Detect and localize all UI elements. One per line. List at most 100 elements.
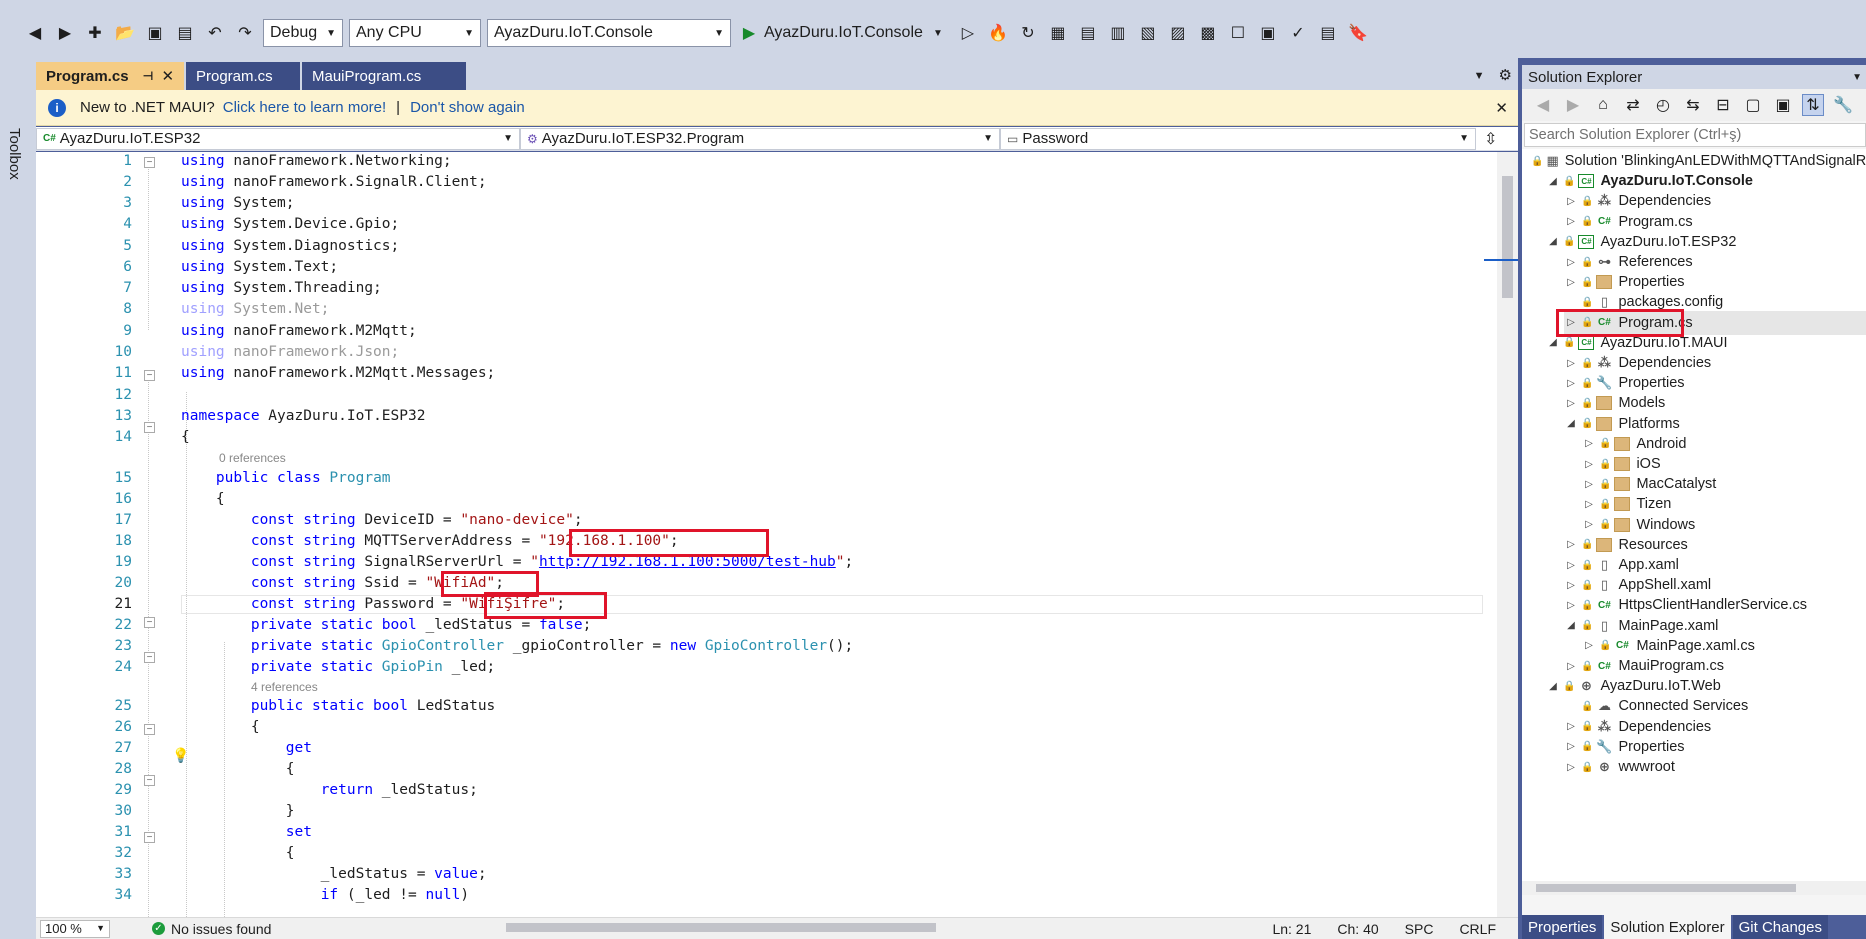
- close-icon[interactable]: ✕: [1495, 99, 1508, 117]
- tab-mauiprogram-cs[interactable]: MauiProgram.cs: [302, 62, 466, 90]
- fold-toggle[interactable]: −: [144, 724, 155, 735]
- properties-icon[interactable]: 🔧: [1832, 94, 1854, 116]
- type-combo[interactable]: ⚙ AyazDuru.IoT.ESP32.Program ▼: [520, 127, 1000, 150]
- open-icon[interactable]: 📂: [114, 22, 136, 44]
- expand-icon[interactable]: ▷: [1564, 196, 1578, 207]
- preview-icon[interactable]: ▣: [1772, 94, 1794, 116]
- fold-toggle[interactable]: −: [144, 652, 155, 663]
- collapse-icon[interactable]: ◢: [1546, 176, 1560, 187]
- sync-icon[interactable]: ⇆: [1682, 94, 1704, 116]
- collapse-all-icon[interactable]: ⊟: [1712, 94, 1734, 116]
- spellcheck-icon[interactable]: ✓: [1287, 22, 1309, 44]
- collapse-icon[interactable]: ◢: [1546, 337, 1560, 348]
- toolbar-extra-icon-6[interactable]: ▩: [1197, 22, 1219, 44]
- refresh-icon[interactable]: ↻: [1017, 22, 1039, 44]
- forward-icon[interactable]: ▶: [54, 22, 76, 44]
- tab-overflow-icon[interactable]: ▼: [1474, 70, 1485, 82]
- column-indicator[interactable]: Ch: 40: [1337, 921, 1378, 937]
- expand-icon[interactable]: ▷: [1564, 277, 1578, 288]
- expand-icon[interactable]: ▷: [1564, 539, 1578, 550]
- tree-horizontal-scrollbar[interactable]: [1522, 881, 1866, 895]
- expand-icon[interactable]: ▷: [1582, 479, 1596, 490]
- run-dropdown-icon[interactable]: ▼: [927, 22, 949, 44]
- learn-more-link[interactable]: Click here to learn more!: [223, 99, 386, 116]
- pin-icon[interactable]: ⊣: [143, 69, 154, 83]
- expand-icon[interactable]: ▷: [1564, 580, 1578, 591]
- panel-menu-icon[interactable]: ▼: [1852, 72, 1862, 83]
- new-item-icon[interactable]: ✚: [84, 22, 106, 44]
- expand-icon[interactable]: ▷: [1582, 459, 1596, 470]
- undo-icon[interactable]: ↶: [204, 22, 226, 44]
- dont-show-again-link[interactable]: Don't show again: [410, 99, 525, 116]
- solution-explorer-search[interactable]: Search Solution Explorer (Ctrl+ş): [1524, 123, 1866, 147]
- tab-program-cs-console[interactable]: Program.cs: [186, 62, 300, 90]
- line-ending-indicator[interactable]: CRLF: [1459, 921, 1496, 937]
- expand-icon[interactable]: ▷: [1582, 640, 1596, 651]
- toolbar-extra-icon-8[interactable]: ▣: [1257, 22, 1279, 44]
- expand-icon[interactable]: ▷: [1582, 438, 1596, 449]
- collapse-icon[interactable]: ◢: [1564, 620, 1578, 631]
- expand-icon[interactable]: ▷: [1564, 762, 1578, 773]
- save-all-icon[interactable]: ▤: [174, 22, 196, 44]
- expand-icon[interactable]: ▷: [1564, 378, 1578, 389]
- collapse-icon[interactable]: ◢: [1564, 418, 1578, 429]
- codelens-references[interactable]: 4 references: [251, 680, 318, 694]
- scroll-thumb[interactable]: [1536, 884, 1796, 892]
- toolbar-extra-icon-3[interactable]: ▥: [1107, 22, 1129, 44]
- project-combo[interactable]: C# AyazDuru.IoT.ESP32 ▼: [36, 127, 520, 150]
- tab-solution-explorer[interactable]: Solution Explorer: [1604, 915, 1731, 939]
- fold-toggle[interactable]: −: [144, 157, 155, 168]
- tab-git-changes[interactable]: Git Changes: [1732, 915, 1828, 939]
- tab-properties[interactable]: Properties: [1522, 915, 1603, 939]
- code-editor[interactable]: 1 2 3 4 5 6 7 8 9 10 11 12 13 14 15 16 17 18 19 20 21 22 23 24 2…: [36, 152, 1497, 917]
- expand-icon[interactable]: ▷: [1582, 499, 1596, 510]
- settings-icon[interactable]: ⚙: [1499, 66, 1512, 84]
- start-without-debugging-icon[interactable]: ▷: [957, 22, 979, 44]
- save-icon[interactable]: ▣: [144, 22, 166, 44]
- back-icon[interactable]: ◀: [24, 22, 46, 44]
- expand-icon[interactable]: ▷: [1564, 600, 1578, 611]
- collapse-icon[interactable]: ◢: [1546, 681, 1560, 692]
- pending-changes-icon[interactable]: ◴: [1652, 94, 1674, 116]
- editor-vertical-scrollbar[interactable]: [1497, 152, 1518, 917]
- toolbar-extra-icon-7[interactable]: ☐: [1227, 22, 1249, 44]
- toolbar-extra-icon-1[interactable]: ▦: [1047, 22, 1069, 44]
- lightbulb-icon[interactable]: 💡: [172, 747, 189, 763]
- issues-label[interactable]: No issues found: [171, 921, 271, 937]
- configuration-combo[interactable]: Debug ▼: [263, 19, 343, 47]
- fold-toggle[interactable]: −: [144, 775, 155, 786]
- expand-icon[interactable]: ▷: [1564, 741, 1578, 752]
- expand-icon[interactable]: ▷: [1564, 560, 1578, 571]
- expand-icon[interactable]: ▷: [1564, 358, 1578, 369]
- scroll-thumb[interactable]: [1502, 176, 1513, 298]
- tree-item[interactable]: ▷ 🔒 ⊕ wwwroot: [1564, 755, 1866, 779]
- toolbar-extra-icon-4[interactable]: ▧: [1137, 22, 1159, 44]
- fold-toggle[interactable]: −: [144, 370, 155, 381]
- show-all-files-icon[interactable]: ▢: [1742, 94, 1764, 116]
- back-icon[interactable]: ◀: [1532, 94, 1554, 116]
- fold-toggle[interactable]: −: [144, 832, 155, 843]
- expand-icon[interactable]: ▷: [1564, 661, 1578, 672]
- collapse-icon[interactable]: ◢: [1546, 236, 1560, 247]
- member-combo[interactable]: ▭ Password ▼: [1000, 127, 1476, 150]
- toolbox-strip[interactable]: Toolbox: [0, 58, 36, 939]
- expand-icon[interactable]: ▷: [1564, 216, 1578, 227]
- spacing-indicator[interactable]: SPC: [1405, 921, 1434, 937]
- expand-icon[interactable]: ▷: [1564, 398, 1578, 409]
- toolbox-label[interactable]: Toolbox: [6, 128, 23, 180]
- toolbar-extra-icon-2[interactable]: ▤: [1077, 22, 1099, 44]
- line-indicator[interactable]: Ln: 21: [1272, 921, 1311, 937]
- tab-program-cs-esp32[interactable]: Program.cs ⊣ ✕: [36, 62, 184, 90]
- split-icon[interactable]: ⇳: [1484, 129, 1497, 149]
- redo-icon[interactable]: ↷: [234, 22, 256, 44]
- expand-icon[interactable]: ▷: [1564, 721, 1578, 732]
- fold-toggle[interactable]: −: [144, 422, 155, 433]
- switch-views-icon[interactable]: ⇄: [1622, 94, 1644, 116]
- platform-combo[interactable]: Any CPU ▼: [349, 19, 481, 47]
- fold-toggle[interactable]: −: [144, 617, 155, 628]
- codelens-references[interactable]: 0 references: [219, 451, 286, 465]
- editor-horizontal-scrollbar[interactable]: [506, 923, 936, 932]
- hot-reload-icon[interactable]: 🔥: [987, 22, 1009, 44]
- startup-project-combo[interactable]: AyazDuru.IoT.Console ▼: [487, 19, 731, 47]
- start-icon[interactable]: ▶: [738, 22, 760, 44]
